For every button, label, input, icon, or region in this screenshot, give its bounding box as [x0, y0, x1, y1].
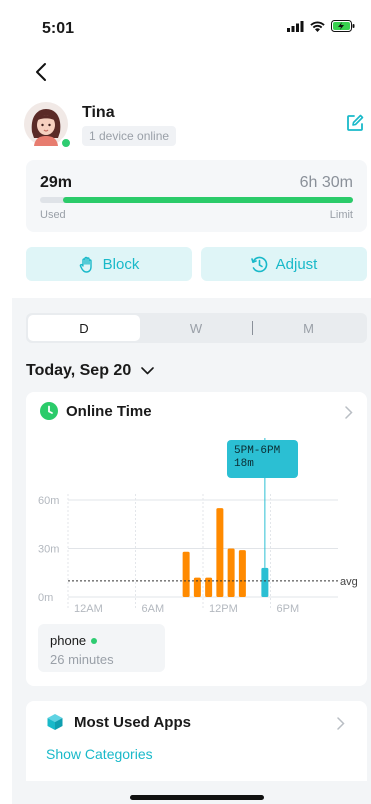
- home-indicator: [130, 795, 264, 800]
- user-name: Tina: [82, 104, 115, 121]
- hand-stop-icon: [79, 256, 92, 273]
- x-tick-label: 6AM: [142, 603, 165, 615]
- date-selector[interactable]: Today, Sep 20: [26, 362, 155, 380]
- x-tick-label: 6PM: [277, 603, 300, 615]
- date-label: Today, Sep 20: [26, 362, 132, 379]
- online-status-dot: [60, 137, 72, 149]
- chevron-right-icon[interactable]: [337, 717, 345, 730]
- online-time-chart: 60m 30m 0m 12AM 6AM 12PM 6PM avg: [38, 438, 358, 615]
- device-minutes: 26 minutes: [50, 652, 114, 667]
- device-name-row: phone: [50, 633, 98, 648]
- avg-label: avg: [340, 576, 358, 588]
- chart-bar: [261, 567, 269, 597]
- adjust-button-label: Adjust: [275, 255, 318, 273]
- tab-month[interactable]: M: [252, 315, 365, 341]
- y-tick-label: 30m: [38, 544, 59, 556]
- period-segmented-control: D W M: [26, 313, 367, 343]
- block-button[interactable]: Block: [26, 247, 192, 281]
- block-button-label: Block: [102, 255, 140, 273]
- battery-charging-icon: [331, 20, 355, 32]
- chart-bar: [216, 508, 224, 597]
- used-label: Used: [40, 209, 66, 221]
- cellular-signal-icon: [287, 20, 304, 32]
- online-time-card[interactable]: Online Time 60m 30m 0m 12AM 6AM 12PM 6PM avg 5P…: [26, 392, 367, 686]
- chart-bar: [182, 551, 190, 597]
- tooltip-range: 5PM-6PM: [234, 445, 281, 457]
- usage-card: 29m 6h 30m Used Limit: [26, 160, 367, 232]
- status-icons: [287, 20, 355, 32]
- clock-icon: [40, 402, 58, 420]
- usage-progress-track: [40, 197, 353, 203]
- x-tick-label: 12AM: [74, 603, 103, 615]
- chevron-right-icon[interactable]: [345, 406, 353, 419]
- adjust-time-icon: [250, 256, 267, 272]
- usage-progress-fill: [63, 197, 353, 203]
- chevron-down-icon: [141, 367, 155, 375]
- device-usage-box[interactable]: phone 26 minutes: [38, 624, 165, 672]
- most-used-apps-title: Most Used Apps: [74, 713, 191, 731]
- status-bar: 5:01: [0, 0, 371, 44]
- cube-icon: [47, 714, 63, 730]
- tooltip-value: 18m: [234, 458, 254, 470]
- y-tick-label: 0m: [38, 592, 53, 604]
- x-tick-label: 12PM: [209, 603, 238, 615]
- adjust-button[interactable]: Adjust: [201, 247, 367, 281]
- status-time: 5:01: [42, 20, 75, 37]
- limit-time-value: 6h 30m: [299, 174, 353, 191]
- most-used-apps-header: Most Used Apps: [46, 713, 191, 731]
- tab-week[interactable]: W: [140, 315, 252, 341]
- wifi-icon: [310, 21, 325, 32]
- edit-icon[interactable]: [346, 114, 364, 132]
- device-online-dot: [91, 637, 98, 644]
- tab-day[interactable]: D: [28, 315, 140, 341]
- online-time-title: Online Time: [66, 402, 152, 420]
- hour-tooltip: 5PM-6PM 18m: [227, 440, 298, 478]
- device-name: phone: [50, 633, 87, 648]
- devices-online-badge: 1 device online: [82, 126, 177, 146]
- used-time-value: 29m: [40, 174, 73, 191]
- limit-label: Limit: [329, 209, 353, 221]
- chart-bar: [227, 548, 235, 597]
- back-chevron-icon[interactable]: [30, 60, 54, 84]
- y-tick-label: 60m: [38, 495, 59, 507]
- most-used-apps-card[interactable]: Most Used Apps Show Categories: [26, 701, 367, 781]
- online-time-header: Online Time: [40, 402, 152, 420]
- chart-bar: [238, 550, 246, 597]
- show-categories-link[interactable]: Show Categories: [46, 746, 153, 762]
